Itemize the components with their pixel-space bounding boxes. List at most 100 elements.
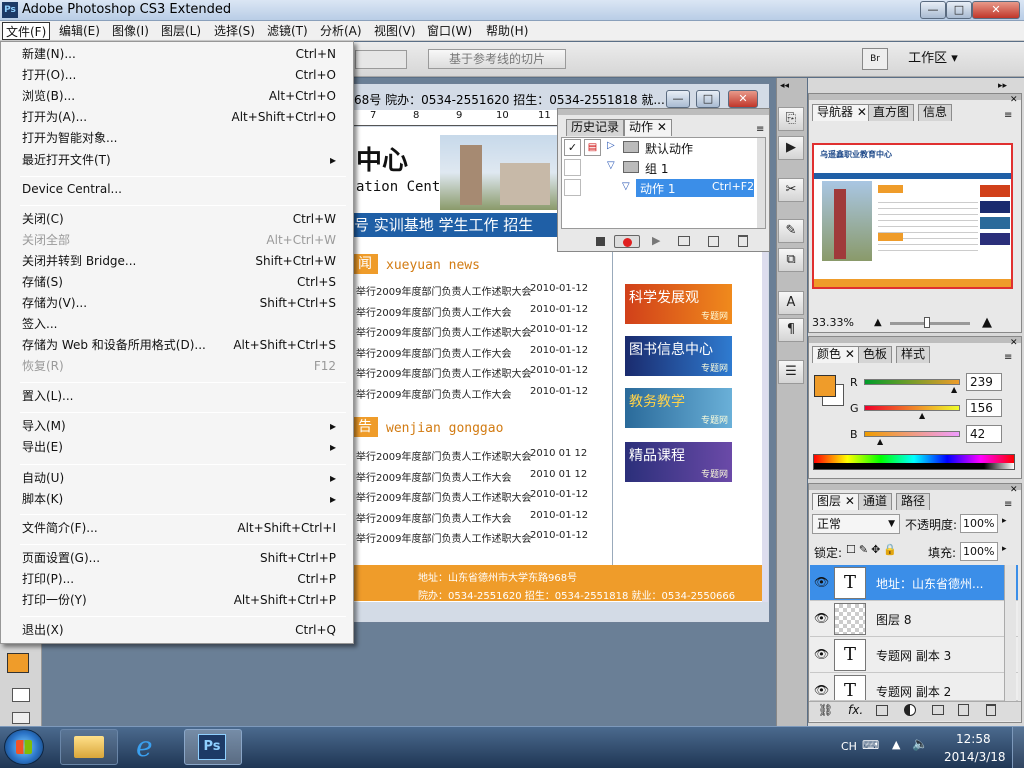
menu-view[interactable]: 视图(V)	[371, 22, 419, 40]
file-menu-item[interactable]: 脚本(K) ▸	[4, 489, 346, 510]
doc-close-button[interactable]: ✕	[728, 90, 758, 108]
tab-info[interactable]: 信息	[918, 104, 953, 121]
fill-arrow-icon[interactable]: ▸	[1002, 544, 1007, 554]
tab-actions[interactable]: 动作 ✕	[624, 119, 672, 136]
r-slider[interactable]	[864, 379, 960, 385]
show-desktop-button[interactable]	[1012, 727, 1024, 768]
brushes-icon[interactable]: ✎	[778, 219, 804, 243]
checkmark-icon[interactable]	[564, 179, 581, 196]
file-menu-item[interactable]: 打开为(A)... Alt+Shift+Ctrl+O	[4, 107, 346, 128]
zoom-slider-thumb[interactable]	[924, 317, 930, 328]
eye-icon[interactable]: 👁	[814, 575, 829, 589]
zoom-out-icon[interactable]: ▲	[874, 317, 882, 328]
tab-histogram[interactable]: 直方图	[868, 104, 915, 121]
layer-comps-icon[interactable]: ☰	[778, 360, 804, 384]
checkmark-icon[interactable]	[564, 159, 581, 176]
file-menu-item[interactable]: 恢复(R) F12	[4, 356, 346, 377]
menu-filter[interactable]: 滤镜(T)	[264, 22, 311, 40]
tab-navigator[interactable]: 导航器 ✕	[812, 104, 872, 121]
lock-icons[interactable]: ☐✎✥🔒	[846, 543, 900, 556]
g-input[interactable]: 156	[966, 399, 1002, 417]
new-group-icon[interactable]	[932, 705, 944, 715]
screen-mode-icon[interactable]	[12, 712, 30, 724]
maximize-button[interactable]: □	[946, 1, 972, 19]
quick-mask-icon[interactable]	[12, 688, 30, 702]
r-input[interactable]: 239	[966, 373, 1002, 391]
tab-paths[interactable]: 路径	[896, 493, 931, 510]
new-set-icon[interactable]	[678, 236, 690, 246]
panel-menu-icon[interactable]: ≡	[1004, 499, 1012, 510]
blend-mode-select[interactable]: 正常 ▼	[812, 514, 900, 534]
file-menu-item[interactable]: 新建(N)... Ctrl+N	[4, 44, 346, 65]
record-icon[interactable]	[614, 235, 640, 248]
character-icon[interactable]: A	[778, 291, 804, 315]
opacity-input[interactable]: 100%	[960, 514, 998, 533]
menu-edit[interactable]: 编辑(E)	[56, 22, 103, 40]
eye-icon[interactable]: 👁	[814, 647, 829, 661]
layer-row[interactable]: 👁 图层 8	[810, 601, 1018, 637]
panel-close-icon[interactable]: ✕	[1010, 485, 1018, 495]
input-language[interactable]: CH	[841, 740, 857, 753]
play-icon[interactable]: ▶	[652, 234, 660, 247]
file-menu-item[interactable]: 存储为 Web 和设备所用格式(D)... Alt+Shift+Ctrl+S	[4, 335, 346, 356]
paragraph-icon[interactable]: ¶	[778, 318, 804, 342]
layer-row[interactable]: 👁 T 专题网 副本 3	[810, 637, 1018, 673]
b-slider-thumb[interactable]: ▲	[877, 437, 883, 446]
file-menu-item[interactable]: 打印(P)... Ctrl+P	[4, 569, 346, 590]
foreground-color-swatch[interactable]	[814, 375, 836, 397]
g-slider-thumb[interactable]: ▲	[919, 411, 925, 420]
panel-close-icon[interactable]: ✕	[1010, 338, 1018, 348]
expand-triangle-icon[interactable]: ▷	[607, 140, 615, 151]
trash-icon[interactable]	[738, 235, 748, 247]
zoom-in-icon[interactable]: ▲	[982, 315, 992, 330]
options-field[interactable]	[355, 50, 407, 69]
panel-close-icon[interactable]: ✕	[1010, 95, 1018, 105]
g-slider[interactable]	[864, 405, 960, 411]
history-brush-icon[interactable]: ⎘	[778, 107, 804, 131]
panel-menu-icon[interactable]: ≡	[756, 124, 764, 135]
tool-presets-icon[interactable]: ✂	[778, 178, 804, 202]
expand-triangle-icon[interactable]: ▽	[607, 160, 615, 171]
tab-styles[interactable]: 样式	[896, 346, 931, 363]
actions-play-icon[interactable]: ▶	[778, 136, 804, 160]
menu-analysis[interactable]: 分析(A)	[317, 22, 365, 40]
trash-icon[interactable]	[986, 704, 996, 716]
action-set-group1[interactable]: 组 1	[645, 160, 668, 177]
b-input[interactable]: 42	[966, 425, 1002, 443]
menu-image[interactable]: 图像(I)	[109, 22, 152, 40]
new-layer-icon[interactable]	[958, 704, 969, 716]
tab-layers[interactable]: 图层 ✕	[812, 493, 860, 510]
file-menu-item[interactable]: 文件简介(F)... Alt+Shift+Ctrl+I	[4, 518, 346, 539]
file-menu-item[interactable]: Device Central...	[4, 179, 346, 200]
layer-row[interactable]: 👁 T 地址：山东省德州...	[810, 565, 1018, 601]
close-button[interactable]: ✕	[972, 1, 1020, 19]
keyboard-icon[interactable]: ⌨	[862, 738, 879, 752]
file-menu-item[interactable]: 打印一份(Y) Alt+Shift+Ctrl+P	[4, 590, 346, 611]
dialog-toggle-icon[interactable]: ▤	[584, 139, 601, 156]
file-menu-item[interactable]: 退出(X) Ctrl+Q	[4, 620, 346, 641]
file-menu-item[interactable]: 导入(M) ▸	[4, 416, 346, 437]
clock-date[interactable]: 2014/3/18	[944, 750, 1006, 764]
eye-icon[interactable]: 👁	[814, 683, 829, 697]
file-menu-item[interactable]: 关闭并转到 Bridge... Shift+Ctrl+W	[4, 251, 346, 272]
panel-menu-icon[interactable]: ≡	[1004, 110, 1012, 121]
fill-input[interactable]: 100%	[960, 542, 998, 561]
file-menu-item[interactable]: 页面设置(G)... Shift+Ctrl+P	[4, 548, 346, 569]
file-menu-item[interactable]: 最近打开文件(T) ▸	[4, 150, 346, 171]
action-set-default[interactable]: 默认动作	[645, 140, 693, 157]
bridge-icon[interactable]: Br	[862, 48, 888, 70]
clock-time[interactable]: 12:58	[956, 732, 991, 746]
expand-triangle-icon[interactable]: ▽	[622, 181, 630, 192]
menu-help[interactable]: 帮助(H)	[483, 22, 531, 40]
navigator-grip[interactable]	[809, 94, 1021, 100]
file-menu-item[interactable]: 存储(S) Ctrl+S	[4, 272, 346, 293]
layers-grip[interactable]	[809, 484, 1021, 490]
tab-swatches[interactable]: 色板	[858, 346, 893, 363]
workspace-dropdown[interactable]: 工作区 ▾	[900, 48, 966, 70]
file-menu-item[interactable]: 自动(U) ▸	[4, 468, 346, 489]
navigator-preview[interactable]: 乌遥鑫职业教育中心	[812, 143, 1013, 289]
file-menu-item[interactable]: 关闭全部 Alt+Ctrl+W	[4, 230, 346, 251]
file-menu-item[interactable]: 打开为智能对象...	[4, 128, 346, 149]
layer-row[interactable]: 👁 T 专题网 副本 2	[810, 673, 1018, 701]
checkmark-icon[interactable]: ✓	[564, 139, 581, 156]
